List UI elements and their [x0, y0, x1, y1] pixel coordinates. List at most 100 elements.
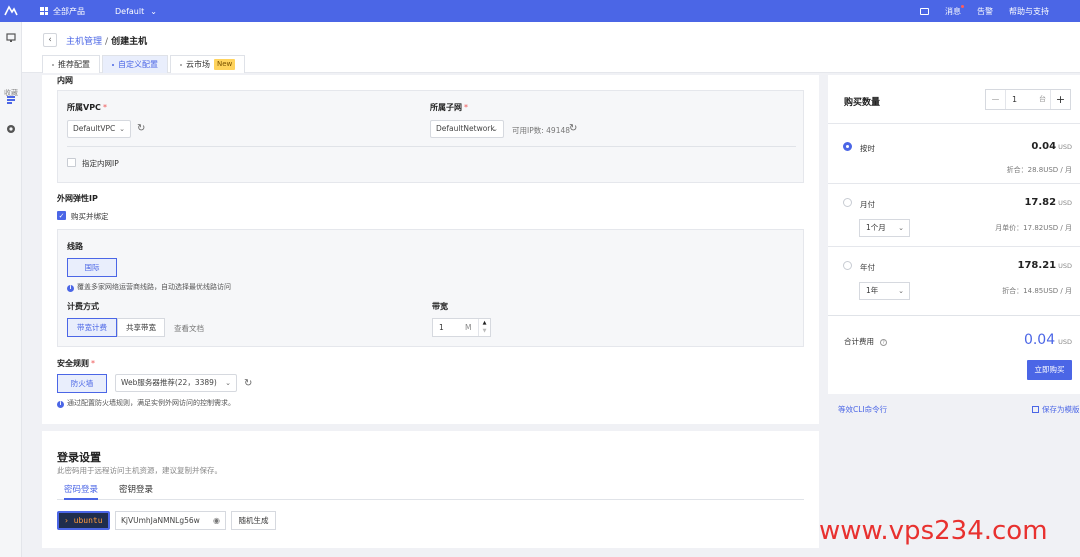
tab-custom[interactable]: 自定义配置 [102, 55, 168, 73]
grid-icon [40, 7, 48, 15]
decrement-button[interactable]: − [986, 90, 1006, 109]
tab-key-login[interactable]: 密钥登录 [119, 483, 153, 500]
notification-dot [961, 4, 964, 8]
help-support-link[interactable]: 帮助与支持 [1009, 6, 1049, 17]
save-template-link[interactable]: 保存为模版 [1032, 404, 1080, 415]
help-icon[interactable]: ? [880, 339, 887, 346]
login-subtitle: 此密码用于远程访问主机资源，建议复制并保存。 [57, 466, 222, 475]
view-docs-link[interactable]: 查看文档 [174, 323, 204, 334]
buy-now-button[interactable]: 立即购买 [1027, 360, 1072, 380]
save-icon [1032, 406, 1039, 413]
month-select[interactable]: 1个月 ⌄ [859, 219, 910, 237]
refresh-icon[interactable]: ↻ [244, 379, 254, 389]
eip-title: 外网弹性IP [57, 194, 98, 203]
new-badge: New [214, 59, 236, 70]
messages-link[interactable]: 消息 [945, 4, 964, 17]
plan-sub-price: 折合：28.8USD / 月 [1006, 166, 1072, 174]
increment-button[interactable]: + [1050, 90, 1070, 109]
available-ip-count: 可用IP数: 49148 [512, 126, 571, 135]
plan-yearly[interactable]: 年付 178.21 USD 1年 ⌄ 折合：14.85USD / 月 [828, 248, 1080, 314]
info-icon: i [67, 285, 74, 292]
plan-price: 0.04 USD [1031, 141, 1072, 152]
host-list-icon[interactable] [6, 95, 16, 105]
year-select[interactable]: 1年 ⌄ [859, 282, 910, 300]
all-products-menu[interactable]: 全部产品 [40, 6, 85, 17]
monitor-icon[interactable] [6, 33, 16, 43]
bandwidth-spinner[interactable]: ▲ ▼ [478, 319, 490, 336]
bandwidth-label: 带宽 [432, 302, 448, 311]
project-selector[interactable]: Default ⌄ [115, 7, 157, 16]
tab-label: 云市场 [186, 60, 210, 69]
refresh-icon[interactable]: ↻ [137, 124, 147, 134]
radio-monthly[interactable] [843, 198, 852, 207]
cli-command-link[interactable]: 等效CLI命令行 [838, 404, 887, 415]
tab-recommended[interactable]: 推荐配置 [42, 55, 100, 73]
quantity-input[interactable]: 1台 [1006, 90, 1050, 109]
chevron-down-icon: ⌄ [150, 6, 157, 16]
generate-password-button[interactable]: 随机生成 [231, 511, 276, 530]
tab-label: 推荐配置 [58, 60, 90, 69]
bandwidth-unit: M [465, 323, 472, 332]
logo-icon[interactable] [0, 0, 22, 22]
plan-price: 17.82 USD [1024, 197, 1072, 208]
line-hint: i 覆盖多家网络运营商线路，自动选择最优线路访问 [67, 282, 231, 292]
quantity-label: 购买数量 [844, 98, 881, 108]
firewall-option[interactable]: 防火墙 [57, 374, 107, 393]
radio-yearly[interactable] [843, 261, 852, 270]
subnet-select[interactable]: DefaultNetwork ⌄ [430, 120, 504, 138]
tab-label: 自定义配置 [118, 60, 158, 69]
radio-hourly[interactable] [843, 142, 852, 151]
tab-marketplace[interactable]: 云市场 New [170, 55, 246, 73]
security-title: 安全规则 * [57, 359, 95, 368]
info-icon: i [57, 401, 64, 408]
password-input[interactable]: KjVUmhJaNMNLg56w ◉ [115, 511, 226, 530]
back-button[interactable]: ‹ [43, 33, 57, 47]
globe-icon[interactable] [6, 124, 16, 134]
plan-monthly[interactable]: 月付 17.82 USD 1个月 ⌄ 月单价：17.82USD / 月 [828, 185, 1080, 247]
top-nav-bar: 全部产品 Default ⌄ 消息 告警 帮助与支持 [0, 0, 1080, 22]
plan-hourly[interactable]: 按时 0.04 USD 折合：28.8USD / 月 [828, 125, 1080, 184]
line-international-option[interactable]: 国际 [67, 258, 117, 277]
chevron-down-icon: ⌄ [898, 287, 904, 295]
firewall-rule-select[interactable]: Web服务器推荐(22，3389) ⌄ [115, 374, 237, 392]
plan-label: 月付 [860, 200, 875, 209]
divider [67, 146, 796, 147]
quantity-unit: 台 [1039, 95, 1046, 103]
plan-sub-price: 折合：14.85USD / 月 [1002, 287, 1072, 295]
config-tabs: 推荐配置 自定义配置 云市场 New [42, 55, 247, 73]
page-header: ‹ 主机管理 / 创建主机 推荐配置 自定义配置 云市场 New [22, 22, 1080, 73]
page-title: 创建主机 [111, 37, 148, 47]
watermark: www.vps234.com [819, 516, 1048, 546]
terminal-icon[interactable] [920, 7, 929, 15]
chevron-down-icon: ⌄ [898, 224, 904, 232]
intranet-panel: 所属VPC * DefaultVPC ⌄ ↻ 所属子网 * DefaultNetwor… [57, 90, 804, 183]
messages-label: 消息 [945, 6, 961, 16]
divider [828, 315, 1080, 316]
login-title: 登录设置 [57, 451, 101, 464]
refresh-icon[interactable]: ↻ [569, 124, 579, 134]
network-config-card: 内网 所属VPC * DefaultVPC ⌄ ↻ 所属子网 * DefaultNet… [42, 75, 819, 424]
eye-icon[interactable]: ◉ [213, 512, 220, 529]
chevron-down-icon: ⌄ [492, 125, 498, 133]
specify-ip-checkbox[interactable] [67, 158, 76, 167]
specify-ip-label: 指定内网IP [82, 159, 119, 168]
total-cost-label: 合计费用? [844, 336, 887, 347]
login-settings-card: 登录设置 此密码用于远程访问主机资源，建议复制并保存。 密码登录 密钥登录 › … [42, 431, 819, 548]
alerts-link[interactable]: 告警 [977, 6, 993, 17]
security-hint: i 通过配置防火墙规则，满足实例外网访问的控制需求。 [57, 398, 235, 408]
bind-eip-label: 购买并绑定 [71, 212, 109, 221]
bandwidth-input[interactable]: 1 M ▲ ▼ [432, 318, 491, 337]
plan-price: 178.21 USD [1017, 260, 1072, 271]
left-sidebar: 收藏 [0, 22, 22, 557]
billing-bandwidth-option[interactable]: 带宽计费 [67, 318, 117, 337]
total-price: 0.04 USD [1023, 332, 1072, 348]
breadcrumb-host-management[interactable]: 主机管理 [66, 37, 102, 47]
billing-label: 计费方式 [67, 302, 99, 311]
bind-eip-checkbox[interactable]: ✓ [57, 211, 66, 220]
vpc-select[interactable]: DefaultVPC ⌄ [67, 120, 131, 138]
subnet-label: 所属子网 * [430, 103, 468, 112]
chevron-down-icon: ⌄ [225, 379, 231, 387]
all-products-label: 全部产品 [53, 6, 85, 16]
tab-password-login[interactable]: 密码登录 [64, 483, 99, 500]
billing-shared-option[interactable]: 共享带宽 [117, 318, 165, 337]
